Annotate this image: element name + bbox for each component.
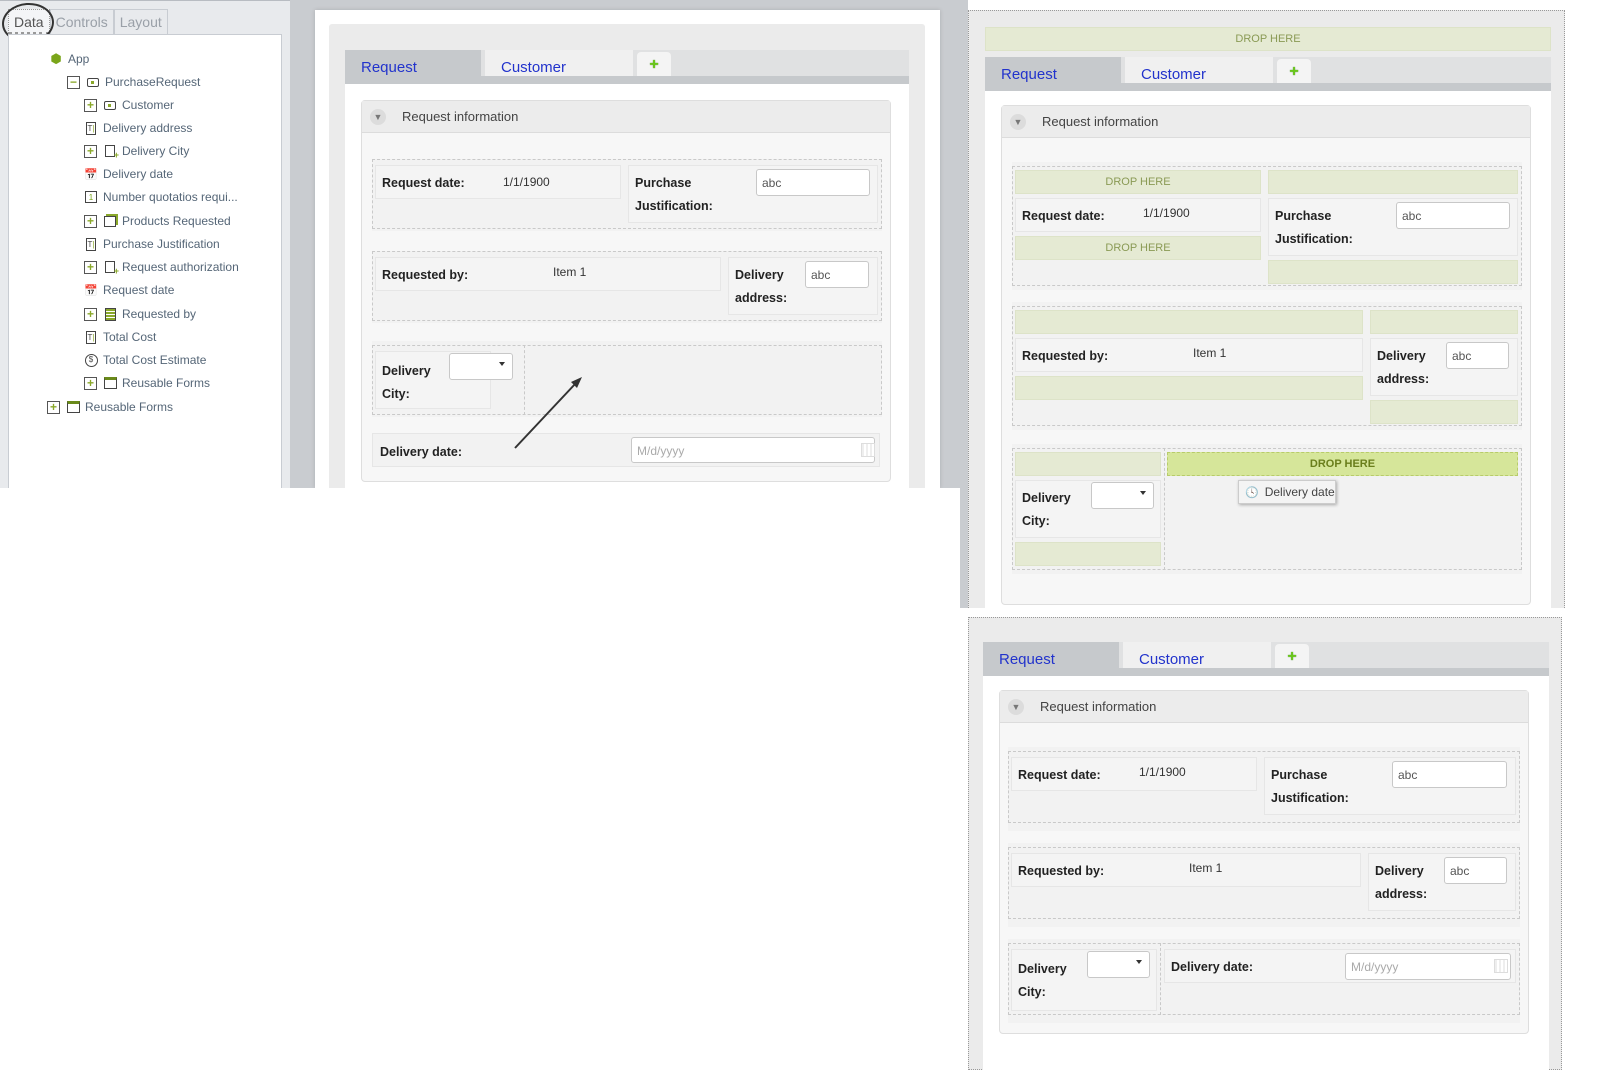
cell-delivery-date: Delivery date: M/d/yyyy bbox=[1164, 949, 1516, 983]
plus-icon: + bbox=[1287, 648, 1297, 665]
label-delivery-city-1: Delivery bbox=[1022, 491, 1071, 505]
label-requested-by: Requested by: bbox=[1018, 864, 1105, 878]
label-justification: Justification: bbox=[1275, 232, 1353, 246]
purchase-justification-input[interactable]: abc bbox=[1392, 761, 1507, 788]
value-request-date: 1/1/1900 bbox=[1139, 765, 1186, 779]
column-divider bbox=[1164, 448, 1165, 570]
label-justification: Justification: bbox=[1271, 791, 1349, 805]
label-delivery-date: Delivery date: bbox=[1171, 960, 1253, 974]
dragged-field-chip[interactable]: 🕓 Delivery date bbox=[1238, 480, 1336, 504]
cell-delivery-address: Delivery address: abc bbox=[1370, 338, 1518, 396]
label-requested-by: Requested by: bbox=[1022, 349, 1109, 363]
date-time-icon: 🕓 bbox=[1245, 486, 1259, 499]
delivery-date-input[interactable]: M/d/yyyy bbox=[1345, 953, 1511, 980]
tab-body: ▼ Request information Request date: 1/1/… bbox=[983, 676, 1549, 1076]
section-title: Request information bbox=[1042, 114, 1159, 129]
label-purchase: Purchase bbox=[1275, 209, 1332, 223]
drop-zone-empty[interactable] bbox=[1015, 376, 1363, 400]
calendar-icon[interactable] bbox=[1494, 959, 1508, 973]
label-request-date: Request date: bbox=[1022, 209, 1105, 223]
label-address: address: bbox=[1377, 372, 1430, 386]
drop-zone-empty[interactable] bbox=[1015, 542, 1161, 566]
tab-request[interactable]: Request bbox=[983, 642, 1119, 670]
form-row-2: Requested by: Item 1 Delivery address: a… bbox=[1008, 843, 1520, 927]
drop-zone-empty[interactable] bbox=[1268, 170, 1518, 194]
delivery-address-input[interactable]: abc bbox=[1444, 857, 1507, 884]
delivery-city-dropdown[interactable] bbox=[1091, 482, 1154, 509]
cell-purchase-justification: Purchase Justification: abc bbox=[1268, 198, 1518, 256]
drop-zone[interactable]: DROP HERE bbox=[1015, 170, 1261, 194]
drop-zone-empty[interactable] bbox=[1268, 260, 1518, 284]
caret-down-icon bbox=[1136, 960, 1142, 964]
column-divider bbox=[1160, 943, 1161, 1015]
section-header[interactable]: ▼ Request information bbox=[1002, 106, 1530, 138]
chevron-down-icon[interactable]: ▼ bbox=[1008, 698, 1024, 715]
dragged-field-label: Delivery date bbox=[1264, 485, 1335, 499]
drop-zone-empty[interactable] bbox=[1370, 310, 1518, 334]
add-tab-button[interactable]: + bbox=[1275, 644, 1309, 670]
tab-request[interactable]: Request bbox=[985, 57, 1121, 85]
arrow-shaft bbox=[514, 382, 577, 449]
delivery-address-input[interactable]: abc bbox=[1446, 342, 1509, 369]
tab-body: ▼ Request information DROP HERE Request … bbox=[985, 91, 1551, 609]
label-address: address: bbox=[1375, 887, 1428, 901]
tab-underline bbox=[983, 668, 1549, 676]
label-delivery-city-2: City: bbox=[1022, 514, 1050, 528]
plus-icon: + bbox=[1289, 63, 1299, 80]
add-tab-button[interactable]: + bbox=[1277, 59, 1311, 85]
value-requested-by: Item 1 bbox=[1189, 861, 1223, 875]
section-request-information: ▼ Request information Request date: 1/1/… bbox=[999, 690, 1529, 1034]
form-row-1: DROP HERE Request date: 1/1/1900 DROP HE… bbox=[1012, 162, 1522, 290]
arrow-annotation bbox=[514, 377, 582, 449]
drop-zone[interactable]: DROP HERE bbox=[1015, 236, 1261, 260]
drop-zone-active[interactable]: DROP HERE bbox=[1167, 452, 1518, 476]
cell-purchase-justification: Purchase Justification: abc bbox=[1264, 757, 1516, 815]
cell-request-date: Request date: 1/1/1900 bbox=[1011, 757, 1257, 791]
label-delivery: Delivery bbox=[1375, 864, 1424, 878]
form-row-3: Delivery City: Delivery date: M/d/yyyy bbox=[1008, 939, 1520, 1023]
tab-customer[interactable]: Customer bbox=[1123, 642, 1271, 670]
value-request-date: 1/1/1900 bbox=[1143, 206, 1190, 220]
designer-screenshot-dragging: DROP HERE Request Customer + ▼ Request i… bbox=[968, 10, 1565, 609]
drop-zone-empty[interactable] bbox=[1015, 310, 1363, 334]
tab-underline bbox=[985, 83, 1551, 91]
designer-screenshot-before: Data Controls Layout ⬢ App − PurchaseReques… bbox=[0, 0, 960, 488]
drop-zone-top[interactable]: DROP HERE bbox=[985, 27, 1551, 51]
value-requested-by: Item 1 bbox=[1193, 346, 1227, 360]
form-row-3: Delivery City: DROP HERE 🕓 Delivery date bbox=[1012, 444, 1522, 574]
purchase-justification-input[interactable]: abc bbox=[1396, 202, 1510, 229]
chevron-down-icon[interactable]: ▼ bbox=[1010, 113, 1026, 130]
label-delivery: Delivery bbox=[1377, 349, 1426, 363]
designer-screenshot-after: Request Customer + ▼ Request information… bbox=[968, 617, 1562, 1076]
section-header[interactable]: ▼ Request information bbox=[1000, 691, 1528, 723]
section-title: Request information bbox=[1040, 699, 1157, 714]
delivery-city-dropdown[interactable] bbox=[1087, 951, 1150, 978]
tab-customer[interactable]: Customer bbox=[1125, 57, 1273, 85]
cell-delivery-city: Delivery City: bbox=[1011, 949, 1157, 1011]
label-purchase: Purchase bbox=[1271, 768, 1328, 782]
label-delivery-city-2: City: bbox=[1018, 985, 1046, 999]
drop-zone-empty[interactable] bbox=[1015, 452, 1161, 476]
cell-request-date: Request date: 1/1/1900 bbox=[1015, 198, 1261, 232]
label-delivery-city-1: Delivery bbox=[1018, 962, 1067, 976]
cell-delivery-address: Delivery address: abc bbox=[1368, 853, 1516, 911]
drop-zone-empty[interactable] bbox=[1370, 400, 1518, 424]
canvas-edge bbox=[960, 0, 968, 608]
section-request-information: ▼ Request information DROP HERE Request … bbox=[1001, 105, 1531, 605]
cell-requested-by: Requested by: Item 1 bbox=[1015, 338, 1363, 372]
cell-requested-by: Requested by: Item 1 bbox=[1011, 853, 1361, 887]
cell-delivery-city: Delivery City: bbox=[1015, 480, 1161, 538]
label-request-date: Request date: bbox=[1018, 768, 1101, 782]
form-row-2: Requested by: Item 1 Delivery address: a… bbox=[1012, 302, 1522, 430]
form-row-1: Request date: 1/1/1900 Purchase Justific… bbox=[1008, 747, 1520, 831]
caret-down-icon bbox=[1140, 491, 1146, 495]
